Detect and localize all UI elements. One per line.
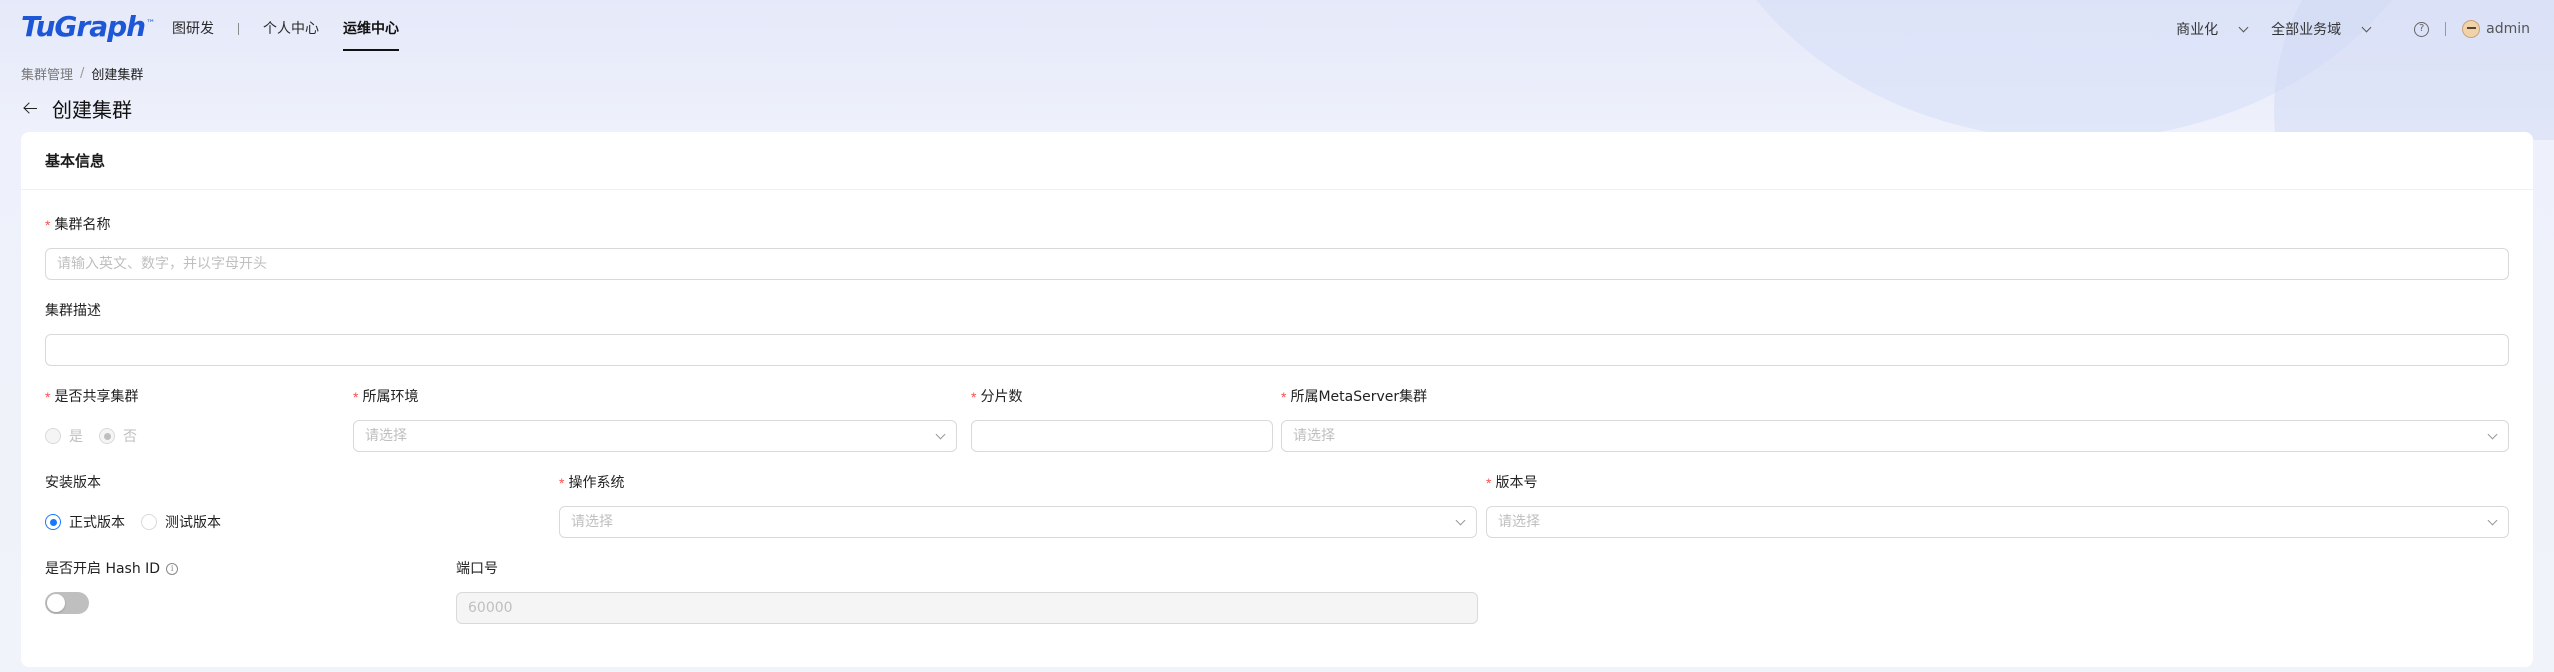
install-version-field: 安装版本 正式版本 测试版本 bbox=[45, 472, 545, 538]
hash-id-field: 是否开启 Hash ID i bbox=[45, 558, 425, 614]
metaserver-label: 所属MetaServer集群 bbox=[1290, 389, 1428, 405]
shards-label: 分片数 bbox=[980, 389, 1023, 405]
main-nav: 图研发 个人中心 运维中心 bbox=[172, 0, 399, 58]
cluster-desc-input[interactable] bbox=[45, 334, 2509, 366]
nav-ops-center[interactable]: 运维中心 bbox=[343, 0, 399, 58]
chevron-down-icon bbox=[2361, 22, 2372, 32]
os-select[interactable]: 请选择 bbox=[559, 506, 1477, 538]
port-label: 端口号 bbox=[456, 561, 498, 577]
port-field: 端口号 60000 bbox=[456, 558, 1478, 624]
official-version-radio[interactable]: 正式版本 bbox=[45, 512, 125, 532]
chevron-down-icon bbox=[2487, 515, 2498, 526]
install-version-radio-group: 正式版本 测试版本 bbox=[45, 506, 545, 538]
cluster-desc-field: 集群描述 bbox=[45, 300, 2509, 366]
required-mark: * bbox=[559, 475, 565, 491]
required-mark: * bbox=[1486, 475, 1492, 491]
breadcrumb-cluster-mgmt[interactable]: 集群管理 bbox=[21, 64, 73, 83]
shared-cluster-field: * 是否共享集群 是 否 bbox=[45, 386, 335, 452]
env-select[interactable]: 请选择 bbox=[353, 420, 957, 452]
cluster-name-label: 集群名称 bbox=[54, 217, 111, 233]
version-no-select[interactable]: 请选择 bbox=[1486, 506, 2509, 538]
shared-cluster-label: 是否共享集群 bbox=[54, 389, 139, 405]
top-header: TuGraph™ 图研发 个人中心 运维中心 商业化 全部业务域 ? admin bbox=[0, 0, 2554, 58]
radio-circle-icon bbox=[141, 514, 157, 530]
shared-cluster-radio-group: 是 否 bbox=[45, 420, 335, 452]
user-menu[interactable]: admin bbox=[2462, 20, 2530, 38]
info-icon[interactable]: i bbox=[166, 563, 179, 575]
section-title: 基本信息 bbox=[21, 132, 2533, 190]
required-mark: * bbox=[971, 389, 977, 405]
port-input[interactable]: 60000 bbox=[456, 592, 1478, 624]
breadcrumb-separator: / bbox=[80, 66, 85, 81]
nav-personal-center[interactable]: 个人中心 bbox=[263, 0, 319, 58]
install-version-label: 安装版本 bbox=[45, 475, 101, 491]
shards-input[interactable] bbox=[971, 420, 1273, 452]
cluster-name-field: * 集群名称 请输入英文、数字，并以字母开头 bbox=[45, 214, 2509, 280]
radio-circle-icon bbox=[99, 428, 115, 444]
back-arrow-icon[interactable] bbox=[21, 99, 41, 119]
page-title-row: 创建集群 bbox=[21, 94, 132, 123]
page-title: 创建集群 bbox=[52, 98, 132, 122]
chevron-down-icon bbox=[935, 429, 946, 440]
domain-label: 全部业务域 bbox=[2271, 22, 2342, 38]
cluster-name-input[interactable]: 请输入英文、数字，并以字母开头 bbox=[45, 248, 2509, 280]
cluster-desc-label: 集群描述 bbox=[45, 303, 101, 319]
os-label: 操作系统 bbox=[568, 475, 625, 491]
shards-field: * 分片数 bbox=[971, 386, 1273, 452]
header-right: 商业化 全部业务域 ? admin bbox=[2176, 0, 2530, 58]
metaserver-select[interactable]: 请选择 bbox=[1281, 420, 2509, 452]
header-divider bbox=[2445, 22, 2447, 36]
breadcrumb-current: 创建集群 bbox=[91, 68, 144, 83]
basic-info-card: 基本信息 * 集群名称 请输入英文、数字，并以字母开头 集群描述 * 是否共享集群 … bbox=[21, 132, 2533, 667]
chevron-down-icon bbox=[2487, 429, 2498, 440]
os-field: * 操作系统 请选择 bbox=[559, 472, 1477, 538]
version-no-field: * 版本号 请选择 bbox=[1486, 472, 2509, 538]
commercial-dropdown[interactable]: 商业化 bbox=[2176, 19, 2249, 39]
nav-graph-dev[interactable]: 图研发 bbox=[172, 0, 214, 58]
shared-no-radio[interactable]: 否 bbox=[99, 426, 137, 446]
required-mark: * bbox=[45, 389, 51, 405]
radio-circle-icon bbox=[45, 428, 61, 444]
nav-divider bbox=[238, 23, 239, 35]
breadcrumb: 集群管理 / 创建集群 bbox=[21, 64, 143, 83]
version-no-label: 版本号 bbox=[1495, 475, 1538, 491]
commercial-label: 商业化 bbox=[2176, 22, 2219, 38]
help-icon[interactable]: ? bbox=[2414, 21, 2430, 37]
avatar bbox=[2462, 20, 2481, 38]
shared-yes-radio[interactable]: 是 bbox=[45, 426, 83, 446]
required-mark: * bbox=[1281, 389, 1287, 405]
required-mark: * bbox=[45, 217, 51, 233]
hash-id-label: 是否开启 Hash ID bbox=[45, 561, 161, 577]
hash-id-switch[interactable] bbox=[45, 592, 89, 614]
env-field: * 所属环境 请选择 bbox=[353, 386, 957, 452]
domain-dropdown[interactable]: 全部业务域 bbox=[2271, 19, 2372, 39]
tugraph-logo[interactable]: TuGraph™ bbox=[21, 10, 155, 43]
radio-circle-icon bbox=[45, 514, 61, 530]
metaserver-field: * 所属MetaServer集群 请选择 bbox=[1281, 386, 2509, 452]
required-mark: * bbox=[353, 389, 359, 405]
test-version-radio[interactable]: 测试版本 bbox=[141, 512, 221, 532]
env-label: 所属环境 bbox=[362, 389, 419, 405]
chevron-down-icon bbox=[1455, 515, 1466, 526]
chevron-down-icon bbox=[2238, 22, 2249, 32]
user-name: admin bbox=[2486, 21, 2530, 37]
